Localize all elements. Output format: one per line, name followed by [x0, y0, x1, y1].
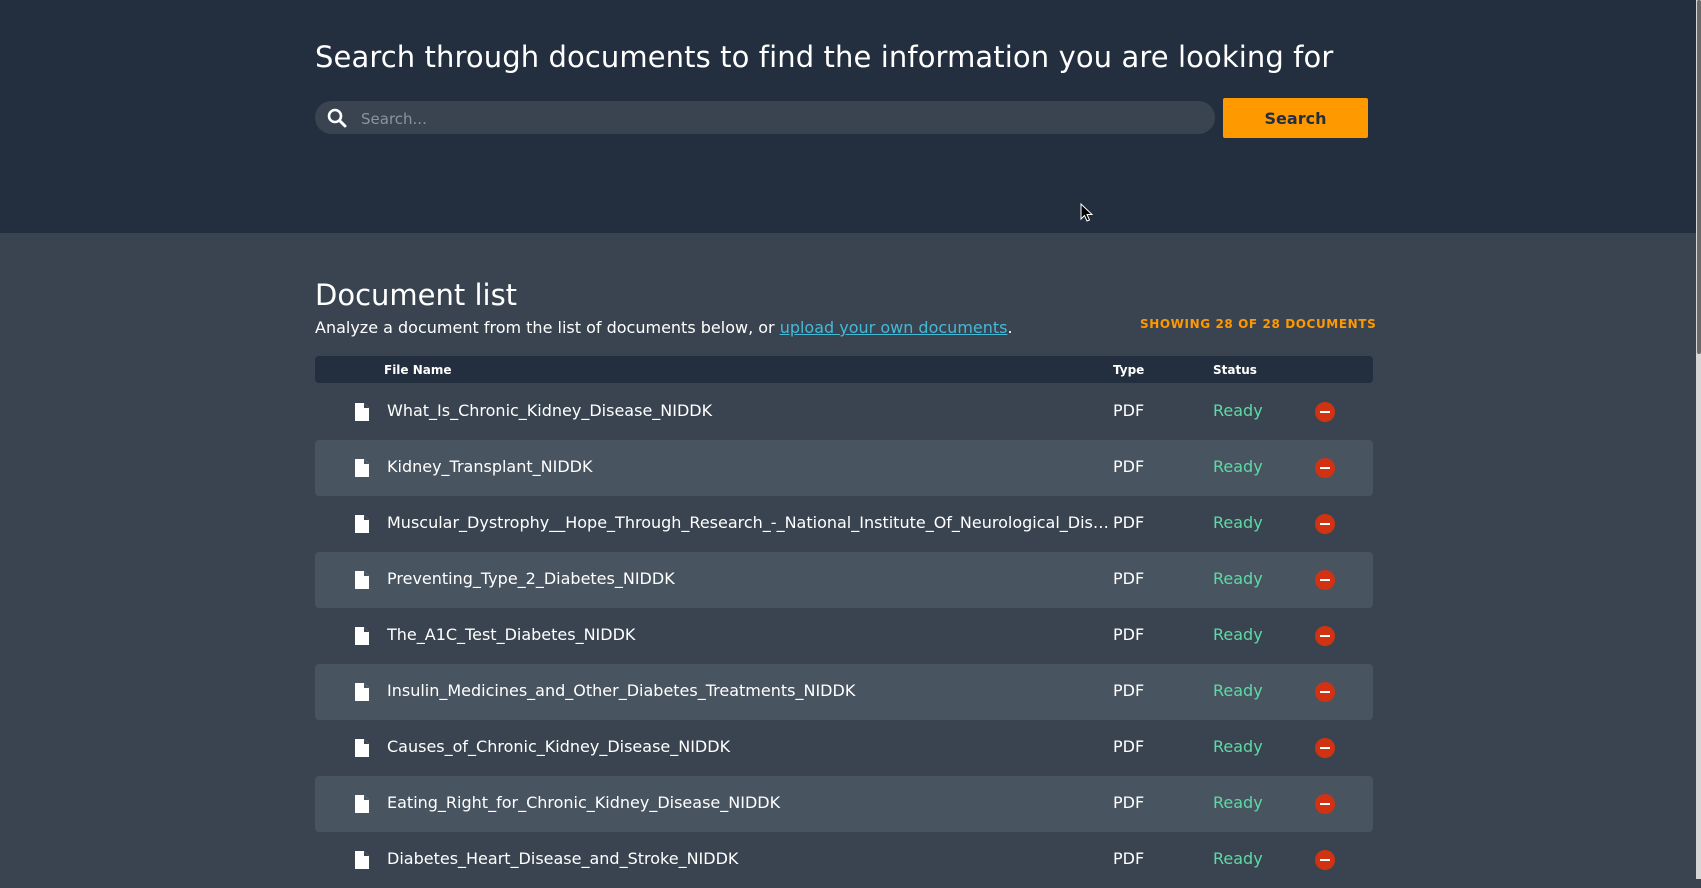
file-name[interactable]: Diabetes_Heart_Disease_and_Stroke_NIDDK — [387, 849, 1117, 868]
file-icon — [355, 683, 369, 701]
search-header: Search through documents to find the inf… — [0, 0, 1696, 233]
table-row[interactable]: Eating_Right_for_Chronic_Kidney_Disease_… — [315, 776, 1373, 832]
table-row[interactable]: Muscular_Dystrophy__Hope_Through_Researc… — [315, 496, 1373, 552]
file-name[interactable]: Muscular_Dystrophy__Hope_Through_Researc… — [387, 513, 1117, 532]
file-icon — [355, 739, 369, 757]
status-ready: Ready — [1213, 457, 1263, 476]
table-row[interactable]: Preventing_Type_2_Diabetes_NIDDK PDF Rea… — [315, 552, 1373, 608]
file-name[interactable]: Insulin_Medicines_and_Other_Diabetes_Tre… — [387, 681, 1117, 700]
status-ready: Ready — [1213, 849, 1263, 868]
table-row[interactable]: Causes_of_Chronic_Kidney_Disease_NIDDK P… — [315, 720, 1373, 776]
column-header-type[interactable]: Type — [1113, 363, 1144, 377]
remove-document-icon[interactable] — [1315, 850, 1335, 870]
file-name[interactable]: Preventing_Type_2_Diabetes_NIDDK — [387, 569, 1117, 588]
file-name[interactable]: Kidney_Transplant_NIDDK — [387, 457, 1117, 476]
status-ready: Ready — [1213, 513, 1263, 532]
column-header-status[interactable]: Status — [1213, 363, 1257, 377]
description-text: Analyze a document from the list of docu… — [315, 318, 780, 337]
file-icon — [355, 515, 369, 533]
status-ready: Ready — [1213, 793, 1263, 812]
status-ready: Ready — [1213, 737, 1263, 756]
file-type: PDF — [1113, 849, 1145, 868]
file-type: PDF — [1113, 625, 1145, 644]
document-table: What_Is_Chronic_Kidney_Disease_NIDDK PDF… — [315, 384, 1373, 888]
file-type: PDF — [1113, 513, 1145, 532]
search-input[interactable] — [359, 101, 1203, 136]
file-type: PDF — [1113, 793, 1145, 812]
mouse-cursor-icon — [1080, 203, 1094, 222]
status-ready: Ready — [1213, 681, 1263, 700]
file-type: PDF — [1113, 681, 1145, 700]
file-name[interactable]: What_Is_Chronic_Kidney_Disease_NIDDK — [387, 401, 1117, 420]
file-type: PDF — [1113, 569, 1145, 588]
search-icon — [327, 108, 347, 128]
document-count: SHOWING 28 OF 28 DOCUMENTS — [1140, 317, 1377, 331]
status-ready: Ready — [1213, 625, 1263, 644]
file-icon — [355, 459, 369, 477]
table-header: File Name Type Status — [315, 356, 1373, 383]
file-name[interactable]: The_A1C_Test_Diabetes_NIDDK — [387, 625, 1117, 644]
file-name[interactable]: Causes_of_Chronic_Kidney_Disease_NIDDK — [387, 737, 1117, 756]
table-row[interactable]: Insulin_Medicines_and_Other_Diabetes_Tre… — [315, 664, 1373, 720]
file-icon — [355, 795, 369, 813]
file-icon — [355, 571, 369, 589]
file-icon — [355, 403, 369, 421]
table-row[interactable]: What_Is_Chronic_Kidney_Disease_NIDDK PDF… — [315, 384, 1373, 440]
remove-document-icon[interactable] — [1315, 570, 1335, 590]
search-button[interactable]: Search — [1223, 98, 1368, 138]
file-icon — [355, 627, 369, 645]
page-title: Search through documents to find the inf… — [315, 40, 1334, 74]
status-ready: Ready — [1213, 401, 1263, 420]
file-type: PDF — [1113, 401, 1145, 420]
table-row[interactable]: Kidney_Transplant_NIDDK PDF Ready — [315, 440, 1373, 496]
upload-documents-link[interactable]: upload your own documents — [780, 318, 1008, 337]
remove-document-icon[interactable] — [1315, 682, 1335, 702]
file-type: PDF — [1113, 737, 1145, 756]
remove-document-icon[interactable] — [1315, 402, 1335, 422]
remove-document-icon[interactable] — [1315, 794, 1335, 814]
status-ready: Ready — [1213, 569, 1263, 588]
search-bar[interactable] — [315, 101, 1215, 136]
remove-document-icon[interactable] — [1315, 626, 1335, 646]
remove-document-icon[interactable] — [1315, 458, 1335, 478]
file-type: PDF — [1113, 457, 1145, 476]
file-icon — [355, 851, 369, 869]
remove-document-icon[interactable] — [1315, 514, 1335, 534]
description-suffix: . — [1007, 318, 1013, 337]
file-name[interactable]: Eating_Right_for_Chronic_Kidney_Disease_… — [387, 793, 1117, 812]
table-row[interactable]: Diabetes_Heart_Disease_and_Stroke_NIDDK … — [315, 832, 1373, 888]
remove-document-icon[interactable] — [1315, 738, 1335, 758]
column-header-file-name[interactable]: File Name — [384, 363, 452, 377]
section-description: Analyze a document from the list of docu… — [315, 318, 1013, 337]
scrollbar-thumb[interactable] — [1697, 0, 1701, 354]
table-row[interactable]: The_A1C_Test_Diabetes_NIDDK PDF Ready — [315, 608, 1373, 664]
section-title: Document list — [315, 278, 518, 312]
